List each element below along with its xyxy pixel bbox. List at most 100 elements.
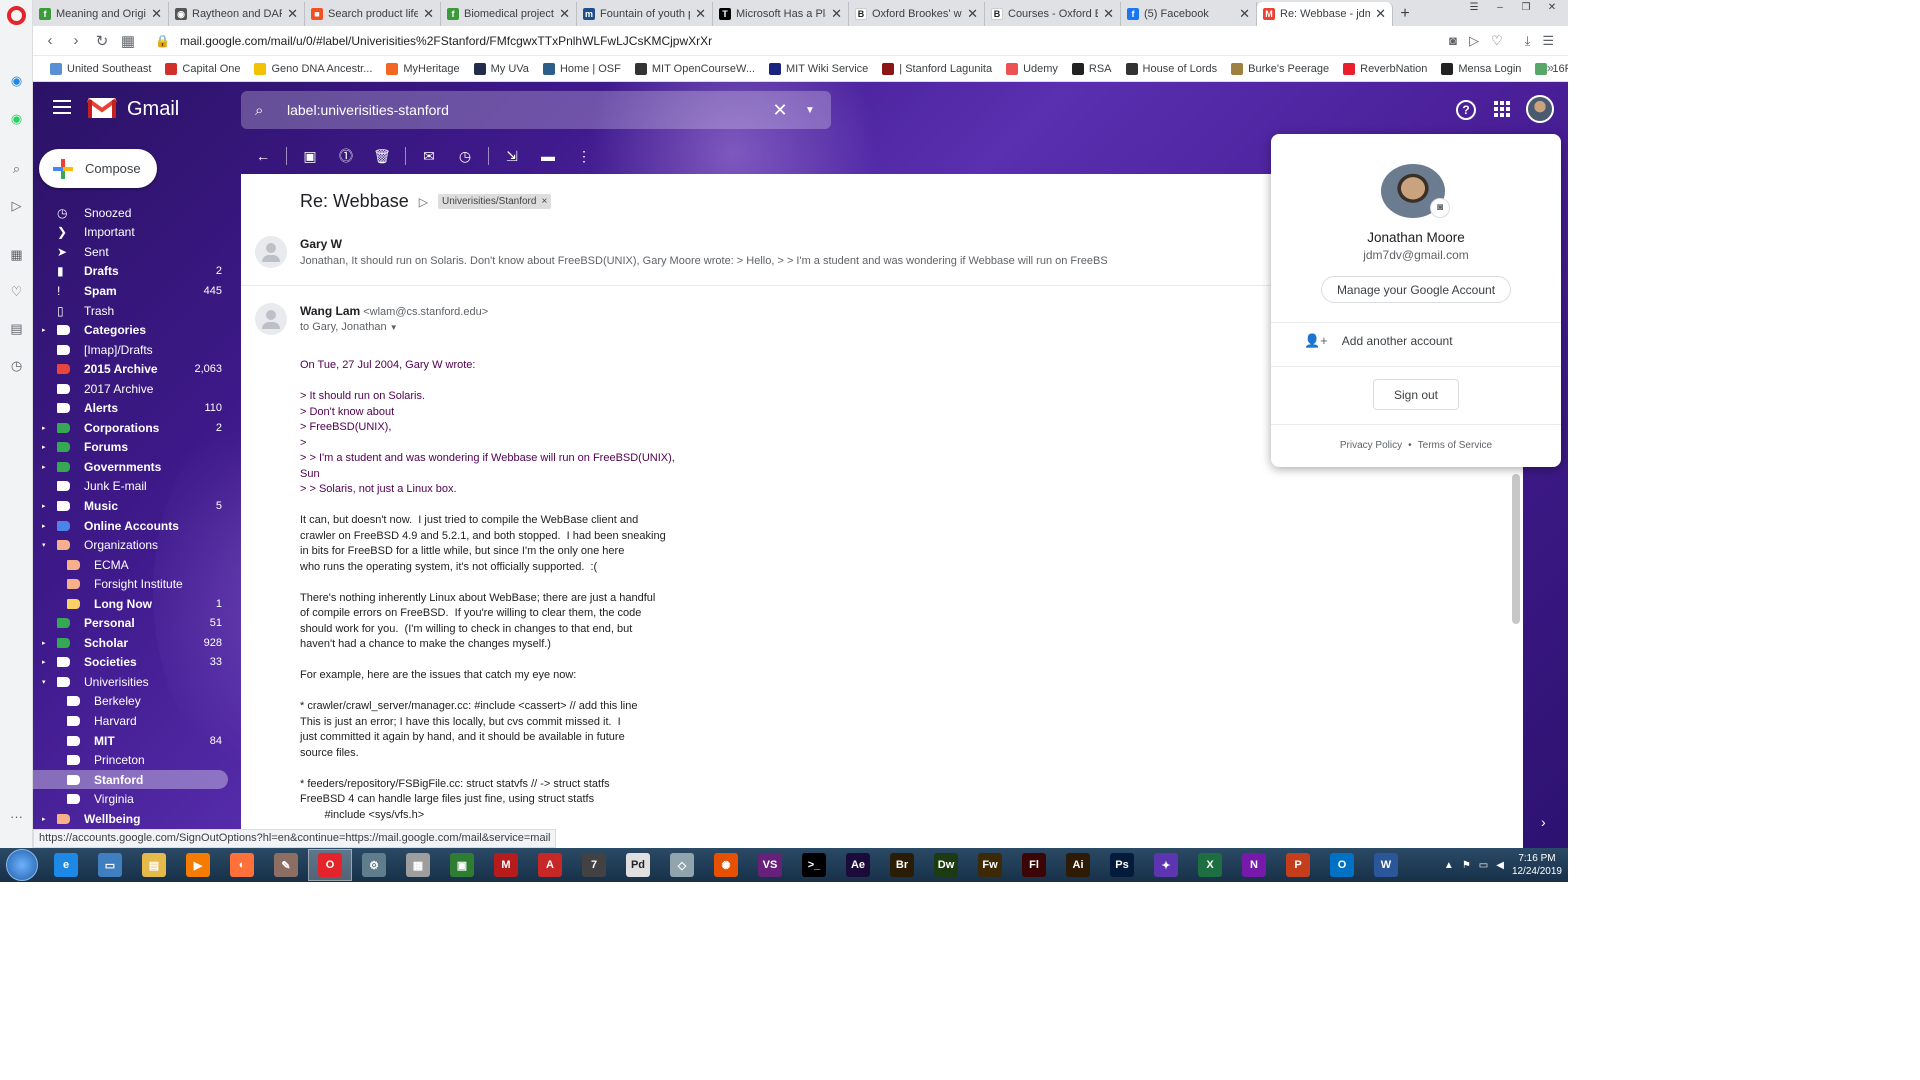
whatsapp-icon[interactable]: ◉: [8, 110, 25, 127]
bookmark-item[interactable]: My UVa: [467, 62, 536, 75]
bookmark-item[interactable]: | Stanford Lagunita: [875, 62, 999, 75]
messenger-icon[interactable]: ◉: [8, 72, 25, 89]
taskbar-ae-button[interactable]: Ae: [836, 849, 880, 881]
taskbar-remote-button[interactable]: ▭: [88, 849, 132, 881]
manage-account-button[interactable]: Manage your Google Account: [1321, 276, 1511, 303]
menu-icon[interactable]: ☰: [1462, 0, 1486, 16]
sidebar-item-sent[interactable]: ➤ Sent: [33, 242, 241, 262]
back-icon[interactable]: ‹: [37, 32, 63, 49]
search-input[interactable]: [287, 102, 765, 118]
history-icon[interactable]: ◷: [8, 357, 25, 374]
network-icon[interactable]: ▭: [1479, 860, 1488, 871]
menu-icon[interactable]: ☰: [1542, 33, 1554, 49]
taskbar-pdf-button[interactable]: A: [528, 849, 572, 881]
taskbar-app-button[interactable]: ▦: [396, 849, 440, 881]
browser-tab[interactable]: B Courses - Oxford Bro ✕: [985, 2, 1121, 26]
account-avatar[interactable]: [1526, 95, 1554, 123]
tabs-grid-icon[interactable]: ▦: [115, 32, 141, 50]
taskbar-ai-button[interactable]: Ai: [1056, 849, 1100, 881]
news-icon[interactable]: ▤: [8, 320, 25, 337]
taskbar-mendeley-button[interactable]: M: [484, 849, 528, 881]
sidebar-item-important[interactable]: ❯ Important: [33, 223, 241, 243]
taskbar-app3-button[interactable]: ✦: [1144, 849, 1188, 881]
mark-unread-icon[interactable]: ✉: [411, 138, 447, 174]
taskbar-outlook-button[interactable]: O: [1320, 849, 1364, 881]
labels-icon[interactable]: ▬: [530, 138, 566, 174]
download-icon[interactable]: ⤓: [1525, 33, 1531, 49]
search-bar[interactable]: ⌕ ✕ ▼: [241, 91, 831, 129]
message-sender[interactable]: Gary W: [300, 237, 342, 251]
bookmark-item[interactable]: Burke's Peerage: [1224, 62, 1336, 75]
sidebar-item-online-accounts[interactable]: ▸ Online Accounts: [33, 516, 241, 536]
gmail-logo-icon[interactable]: [87, 96, 117, 120]
sidebar-item-forums[interactable]: ▸ Forums: [33, 438, 241, 458]
speed-dial-icon[interactable]: ▦: [8, 246, 25, 263]
expand-arrow-icon[interactable]: ▸: [42, 815, 46, 823]
browser-tab[interactable]: f Biomedical project "S ✕: [441, 2, 577, 26]
url-field[interactable]: 🔒 mail.google.com/mail/u/0/#label/Univeri…: [155, 34, 1449, 48]
expand-arrow-icon[interactable]: ▸: [42, 463, 46, 471]
taskbar-pd-button[interactable]: Pd: [616, 849, 660, 881]
clock[interactable]: 7:16 PM 12/24/2019: [1512, 852, 1562, 878]
sidebar-item-mit[interactable]: MIT 84: [33, 731, 241, 751]
taskbar-fw-button[interactable]: Fw: [968, 849, 1012, 881]
sidebar-item-imap-drafts[interactable]: [Imap]/Drafts: [33, 340, 241, 360]
opera-logo[interactable]: [7, 6, 26, 25]
taskbar-vs-button[interactable]: VS: [748, 849, 792, 881]
terms-link[interactable]: Terms of Service: [1418, 440, 1492, 451]
forward-icon[interactable]: ›: [63, 32, 89, 49]
taskbar-opera-button[interactable]: O: [308, 849, 352, 881]
scrollbar-thumb[interactable]: [1512, 474, 1520, 624]
sidebar-item-trash[interactable]: ▯ Trash: [33, 301, 241, 321]
taskbar-powerpoint-button[interactable]: P: [1276, 849, 1320, 881]
more-options-icon[interactable]: ⋮: [566, 138, 602, 174]
bookmark-item[interactable]: Capital One: [158, 62, 247, 75]
back-to-list-icon[interactable]: ←: [245, 138, 281, 174]
browser-tab[interactable]: m Fountain of youth pil ✕: [577, 2, 713, 26]
close-tab-icon[interactable]: ✕: [831, 6, 842, 22]
expand-arrow-icon[interactable]: ▾: [42, 678, 46, 686]
new-tab-button[interactable]: +: [1393, 2, 1417, 26]
browser-tab[interactable]: f Meaning and Origin o ✕: [33, 2, 169, 26]
sidebar-item-stanford[interactable]: Stanford: [33, 769, 228, 790]
importance-marker-icon[interactable]: ▷: [419, 195, 428, 209]
camera-icon[interactable]: ◙: [1449, 33, 1457, 49]
expand-arrow-icon[interactable]: ▸: [42, 443, 46, 451]
sidebar-item-organizations[interactable]: ▾ Organizations: [33, 535, 241, 555]
expand-arrow-icon[interactable]: ▸: [42, 658, 46, 666]
close-tab-icon[interactable]: ✕: [695, 6, 706, 22]
taskbar-word-button[interactable]: W: [1364, 849, 1408, 881]
bookmark-item[interactable]: Mensa Login: [1434, 62, 1528, 75]
expand-arrow-icon[interactable]: ▸: [42, 326, 46, 334]
search-icon[interactable]: ⌕: [255, 102, 273, 119]
apps-grid-icon[interactable]: [1494, 101, 1510, 117]
maximize-icon[interactable]: ❐: [1514, 0, 1538, 16]
message-sender[interactable]: Wang Lam <wlam@cs.stanford.edu>: [300, 304, 488, 318]
bookmark-item[interactable]: MIT Wiki Service: [762, 62, 875, 75]
clear-search-icon[interactable]: ✕: [765, 100, 795, 121]
sidebar-item-scholar[interactable]: ▸ Scholar 928: [33, 633, 241, 653]
minimize-icon[interactable]: –: [1488, 0, 1512, 16]
volume-icon[interactable]: ◀: [1496, 860, 1504, 871]
close-tab-icon[interactable]: ✕: [287, 6, 298, 22]
flag-icon[interactable]: ⚑: [1462, 860, 1471, 871]
taskbar-tools-button[interactable]: ⚙: [352, 849, 396, 881]
close-tab-icon[interactable]: ✕: [559, 6, 570, 22]
remove-label-icon[interactable]: ×: [541, 196, 547, 207]
taskbar-fl-button[interactable]: Fl: [1012, 849, 1056, 881]
sidebar-item-2017-archive[interactable]: 2017 Archive: [33, 379, 241, 399]
close-tab-icon[interactable]: ✕: [423, 6, 434, 22]
bookmarks-more-icon[interactable]: »: [1547, 60, 1554, 75]
browser-tab[interactable]: B Oxford Brookes' worl ✕: [849, 2, 985, 26]
start-button[interactable]: [6, 849, 38, 881]
tray-arrow-icon[interactable]: ▲: [1444, 860, 1454, 871]
taskbar-atom-button[interactable]: ✺: [704, 849, 748, 881]
sidebar-item-long-now[interactable]: Long Now 1: [33, 594, 241, 614]
message-snippet[interactable]: Jonathan, It should run on Solaris. Don'…: [300, 255, 1108, 267]
bookmark-item[interactable]: Geno DNA Ancestr...: [247, 62, 379, 75]
browser-tab[interactable]: ■ Search product lifecy ✕: [305, 2, 441, 26]
sidebar-item-alerts[interactable]: Alerts 110: [33, 398, 241, 418]
sidebar-item-music[interactable]: ▸ Music 5: [33, 496, 241, 516]
bookmark-item[interactable]: House of Lords: [1119, 62, 1225, 75]
expand-arrow-icon[interactable]: ▸: [42, 522, 46, 530]
